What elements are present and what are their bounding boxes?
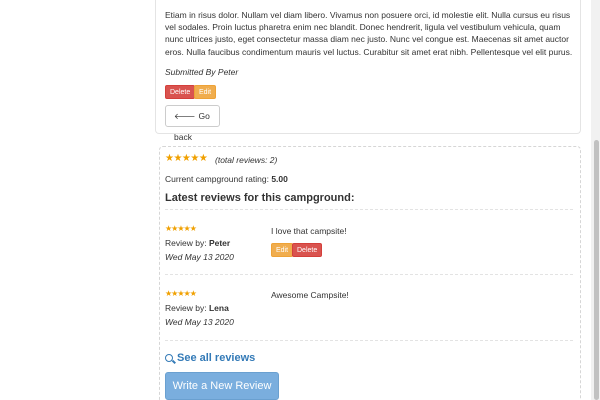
delete-review-button[interactable]: Delete [292,243,323,257]
search-icon [165,354,173,362]
divider [165,340,573,341]
latest-reviews-heading: Latest reviews for this campground: [165,192,355,204]
rating-stars-icon: ★★★★★ [165,153,208,164]
divider [165,274,573,275]
current-rating: Current campground rating: 5.00 [165,174,288,184]
edit-review-button[interactable]: Edit [271,243,294,257]
go-back-button[interactable]: 🡐 Go back [165,105,220,142]
scrollbar-thumb[interactable] [594,140,599,400]
current-rating-value: 5.00 [271,174,288,184]
see-all-reviews-link[interactable]: See all reviews [165,352,255,364]
total-reviews: (total reviews: 2) [215,155,278,165]
review-text: I love that campsite! [271,226,347,236]
review-date: Wed May 13 2020 [165,252,234,262]
review-stars-icon: ★★★★★ [165,289,197,298]
review-by-label: Review by: [165,303,207,313]
review-text: Awesome Campsite! [271,290,349,300]
arrow-left-icon: 🡐 [174,112,196,121]
review-author: Review by: Lena [165,303,229,313]
current-rating-label: Current campground rating: [165,174,269,184]
submitted-by: Submitted By Peter [165,67,239,77]
review-author-name: Lena [208,303,229,313]
campground-description: Etiam in risus dolor. Nullam vel diam li… [165,10,573,57]
write-review-button[interactable]: Write a New Review [165,372,279,400]
review-author-name: Peter [208,238,231,248]
review-date: Wed May 13 2020 [165,317,234,327]
see-all-reviews-label: See all reviews [177,352,256,364]
review-author: Review by: Peter [165,238,230,248]
edit-campground-button[interactable]: Edit [194,85,217,99]
review-by-label: Review by: [165,238,207,248]
divider [165,209,573,210]
delete-campground-button[interactable]: Delete [165,85,196,99]
review-stars-icon: ★★★★★ [165,224,197,233]
